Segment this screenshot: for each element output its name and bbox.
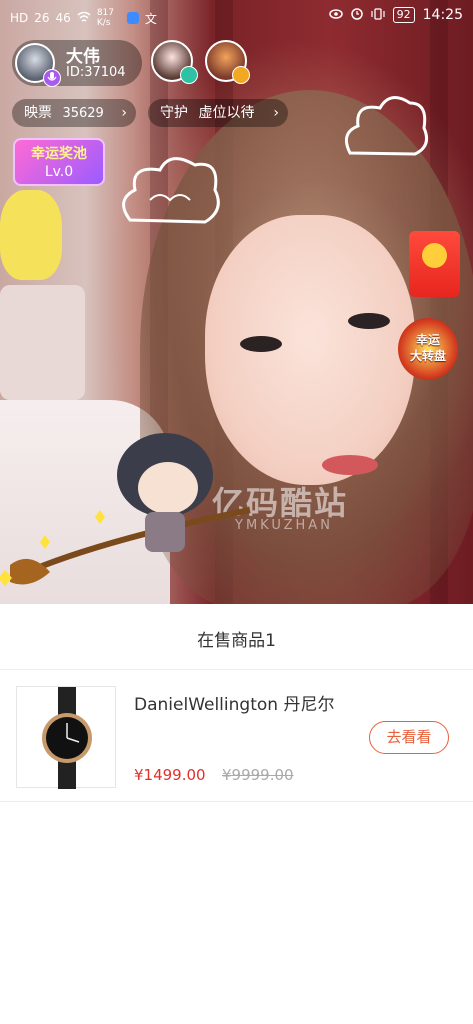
chibi-character-icon bbox=[0, 433, 251, 586]
red-packet-button[interactable] bbox=[409, 231, 460, 297]
tickets-label: 映票 bbox=[24, 105, 52, 121]
product-price: ¥1499.00 bbox=[134, 766, 206, 784]
network-speed: 817 K/s bbox=[96, 8, 115, 28]
signal-sim2-icon: 46 bbox=[55, 11, 71, 25]
lucky-wheel-line2: 大转盘 bbox=[409, 349, 446, 363]
background-plush-toy bbox=[0, 190, 62, 280]
lucky-wheel-line1: 幸运 bbox=[415, 333, 440, 347]
translate-icon: 文 bbox=[144, 11, 157, 26]
product-sheet: 在售商品1 DanielWellington 丹尼尔 去看看 ¥1499.00 … bbox=[0, 604, 473, 1024]
chevron-right-icon: › bbox=[121, 105, 127, 121]
product-row[interactable]: DanielWellington 丹尼尔 去看看 ¥1499.00 ¥9999.… bbox=[0, 670, 473, 801]
host-name: 大伟 bbox=[66, 47, 100, 67]
sheet-title: 在售商品1 bbox=[197, 631, 276, 651]
watch-icon bbox=[42, 687, 92, 789]
coin-icon bbox=[422, 243, 447, 268]
status-right-group: 92 14:25 bbox=[328, 7, 463, 23]
lucky-pool-level: Lv.0 bbox=[44, 164, 74, 180]
wifi-icon bbox=[77, 11, 91, 26]
guard-text: 虚位以待 bbox=[198, 105, 255, 121]
viewer-level-badge-icon bbox=[232, 66, 250, 84]
view-product-button[interactable]: 去看看 bbox=[369, 721, 449, 754]
streamer-eye-left bbox=[240, 336, 282, 352]
product-original-price: ¥9999.00 bbox=[222, 766, 294, 784]
eye-icon bbox=[328, 8, 343, 22]
hd-icon: HD bbox=[10, 11, 29, 25]
product-image[interactable] bbox=[16, 686, 116, 789]
divider bbox=[0, 801, 473, 802]
cloud-sticker-icon bbox=[344, 96, 428, 156]
lucky-pool-title: 幸运奖池 bbox=[31, 146, 87, 162]
app-notification-icon bbox=[126, 12, 139, 24]
tickets-count: 35629 bbox=[62, 106, 104, 121]
mic-icon bbox=[43, 69, 61, 87]
status-time: 14:25 bbox=[422, 7, 463, 23]
lucky-wheel-button[interactable]: 幸运 大转盘 bbox=[398, 318, 458, 380]
viewer-level-badge-icon bbox=[180, 66, 198, 84]
background-shelf bbox=[0, 285, 85, 400]
vibrate-icon bbox=[371, 7, 385, 23]
guard-label: 守护 bbox=[160, 105, 188, 121]
status-bar: HD 26 46 817 K/s 文 92 14:25 bbox=[0, 0, 473, 34]
host-id: ID:37104 bbox=[66, 65, 126, 80]
chevron-right-icon: › bbox=[273, 105, 279, 121]
product-name: DanielWellington 丹尼尔 bbox=[134, 695, 335, 715]
alarm-icon bbox=[350, 7, 363, 23]
guard-pill[interactable]: 守护 虚位以待 › bbox=[148, 99, 288, 127]
signal-sim1-icon: 26 bbox=[34, 11, 50, 25]
streamer-eye-right bbox=[348, 313, 390, 329]
status-left-group: HD 26 46 817 K/s 文 bbox=[10, 8, 157, 28]
cloud-sticker-icon bbox=[122, 157, 220, 224]
battery-icon: 92 bbox=[392, 7, 415, 23]
host-card[interactable]: 大伟 ID:37104 bbox=[12, 40, 142, 87]
streamer-lips bbox=[322, 455, 378, 475]
tickets-pill[interactable]: 映票 35629 › bbox=[12, 99, 136, 127]
live-stream-video[interactable]: 亿码酷站 YMKUZHAN bbox=[0, 0, 473, 604]
lucky-pool-badge[interactable]: 幸运奖池 Lv.0 bbox=[13, 138, 105, 186]
